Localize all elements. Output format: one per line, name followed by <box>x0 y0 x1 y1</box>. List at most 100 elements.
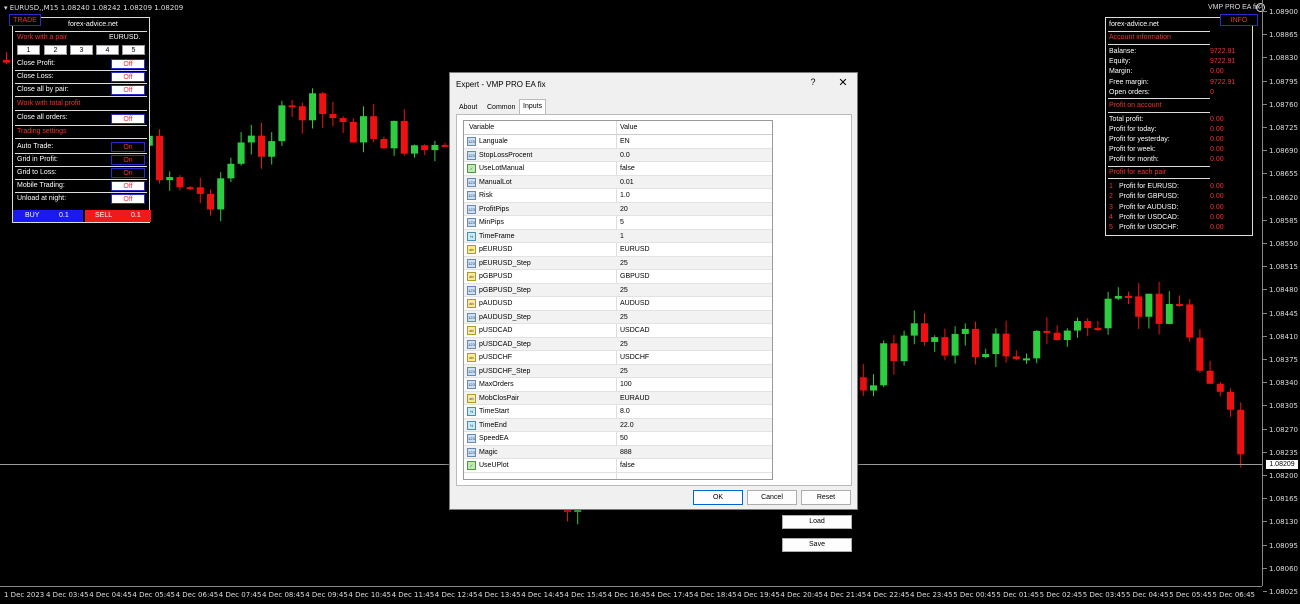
auto-trade-toggle[interactable]: On <box>111 142 145 152</box>
int-type-icon: 123 <box>467 258 476 268</box>
time-label: 1 Dec 2023 <box>4 591 45 599</box>
price-label: 1.08760 <box>1269 100 1298 109</box>
chevron-down-icon[interactable]: ▾ <box>4 4 8 12</box>
input-value[interactable]: 25 <box>620 314 628 321</box>
price-label: 1.08900 <box>1269 8 1298 16</box>
input-row-paudusd_step[interactable]: 123 pAUDUSD_Step 25 <box>464 310 772 324</box>
close-profit-toggle[interactable]: Off <box>111 59 145 69</box>
grid-to-loss-toggle[interactable]: On <box>111 168 145 178</box>
input-row-timeframe[interactable]: ½ TimeFrame 1 <box>464 229 772 243</box>
sell-button[interactable]: SELL 0.1 <box>85 210 151 222</box>
input-value[interactable]: 8.0 <box>620 408 630 415</box>
input-value[interactable]: USDCHF <box>620 354 649 361</box>
input-row-risk[interactable]: 123 Risk 1.0 <box>464 189 772 203</box>
input-row-speedea[interactable]: 123 SpeedEA 50 <box>464 432 772 446</box>
input-value[interactable]: false <box>620 165 635 172</box>
save-button[interactable]: Save <box>782 538 852 552</box>
balance-label: Balanse: <box>1109 48 1137 55</box>
input-row-pusdcad_step[interactable]: 123 pUSDCAD_Step 25 <box>464 337 772 351</box>
pair-button-3[interactable]: 3 <box>70 45 93 55</box>
grid-in-profit-toggle[interactable]: On <box>111 155 145 165</box>
input-value[interactable]: false <box>620 462 635 469</box>
candle-body <box>880 343 888 386</box>
pair-button-4[interactable]: 4 <box>96 45 119 55</box>
price-axis[interactable]: 1.08900 1.08865 1.08830 1.08795 1.08760 1.087… <box>1262 0 1300 596</box>
input-row-minpips[interactable]: 123 MinPips 5 <box>464 216 772 230</box>
load-button[interactable]: Load <box>782 515 852 529</box>
time-label: 4 Dec 07:45 <box>218 591 262 599</box>
input-value[interactable]: EURUSD <box>620 246 650 253</box>
input-value[interactable]: EN <box>620 138 630 145</box>
input-row-peurusd_step[interactable]: 123 pEURUSD_Step 25 <box>464 256 772 270</box>
close-all-orders-toggle[interactable]: Off <box>111 114 145 124</box>
info-tab[interactable]: INFO <box>1220 14 1258 26</box>
input-row-paudusd[interactable]: ab pAUDUSD AUDUSD <box>464 297 772 311</box>
tab-inputs[interactable]: Inputs <box>519 99 547 115</box>
input-row-pgbpusd[interactable]: ab pGBPUSD GBPUSD <box>464 270 772 284</box>
input-row-timeend[interactable]: ½ TimeEnd 22.0 <box>464 418 772 432</box>
input-row-languale[interactable]: 123 Languale EN <box>464 135 772 149</box>
input-row-useuplot[interactable]: ✓ UseUPlot false <box>464 459 772 473</box>
input-value[interactable]: 0.0 <box>620 152 630 159</box>
tab-common[interactable]: Common <box>484 101 518 115</box>
pair-button-5[interactable]: 5 <box>122 45 145 55</box>
input-value[interactable]: USDCAD <box>620 327 650 334</box>
input-row-magic[interactable]: 123 Magic 888 <box>464 445 772 459</box>
trade-tab[interactable]: TRADE <box>9 14 41 26</box>
time-axis[interactable]: 1 Dec 2023 4 Dec 03:45 4 Dec 04:45 4 Dec 05… <box>0 586 1262 604</box>
close-loss-toggle[interactable]: Off <box>111 72 145 82</box>
input-value[interactable]: 5 <box>620 219 624 226</box>
divider <box>1108 44 1210 45</box>
mobile-trading-toggle[interactable]: Off <box>111 181 145 191</box>
input-value[interactable]: EURAUD <box>620 395 650 402</box>
input-value[interactable]: 100 <box>620 381 632 388</box>
input-value[interactable]: GBPUSD <box>620 273 650 280</box>
input-row-pusdchf[interactable]: ab pUSDCHF USDCHF <box>464 351 772 365</box>
input-value[interactable]: 1.0 <box>620 192 630 199</box>
input-name: pEURUSD <box>479 246 513 253</box>
input-row-pusdcad[interactable]: ab pUSDCAD USDCAD <box>464 324 772 338</box>
buy-button[interactable]: BUY 0.1 <box>13 210 83 222</box>
time-label: 4 Dec 21:45 <box>823 591 867 599</box>
candle-body <box>890 343 898 362</box>
input-value[interactable]: 0.01 <box>620 179 634 186</box>
close-all-by-pair-toggle[interactable]: Off <box>111 85 145 95</box>
input-row-mobclospair[interactable]: ab MobClosPair EURAUD <box>464 391 772 405</box>
input-value[interactable]: 25 <box>620 287 628 294</box>
input-name: Magic <box>479 448 498 456</box>
input-row-uselotmanual[interactable]: ✓ UseLotManual false <box>464 162 772 176</box>
input-value[interactable]: 50 <box>620 435 628 442</box>
input-value[interactable]: 22.0 <box>620 422 634 429</box>
input-row-maxorders[interactable]: 123 MaxOrders 100 <box>464 378 772 392</box>
pair-button-1[interactable]: 1 <box>17 45 40 55</box>
input-row-stoplossprocent[interactable]: 123 StopLossProcent 0.0 <box>464 148 772 162</box>
price-label: 1.08655 <box>1269 170 1298 179</box>
input-row-manuallot[interactable]: 123 ManualLot 0.01 <box>464 175 772 189</box>
input-row-pgbpusd_step[interactable]: 123 pGBPUSD_Step 25 <box>464 283 772 297</box>
input-value[interactable]: 25 <box>620 341 628 348</box>
cancel-button[interactable]: Cancel <box>747 490 797 505</box>
column-variable[interactable]: Variable <box>469 124 494 131</box>
help-icon[interactable]: ? <box>806 77 820 87</box>
pair-button-2[interactable]: 2 <box>44 45 67 55</box>
input-row-profitpips[interactable]: 123 ProfitPips 20 <box>464 202 772 216</box>
column-value[interactable]: Value <box>620 124 637 131</box>
unload-at-night-toggle[interactable]: Off <box>111 194 145 204</box>
close-icon[interactable]: ✕ <box>836 76 850 89</box>
candle-body <box>1155 293 1163 324</box>
reset-button[interactable]: Reset <box>801 490 851 505</box>
input-value[interactable]: 25 <box>620 260 628 267</box>
input-value[interactable]: AUDUSD <box>620 300 650 307</box>
tab-about[interactable]: About <box>456 101 480 115</box>
input-value[interactable]: 1 <box>620 233 624 240</box>
input-row-pusdchf_step[interactable]: 123 pUSDCHF_Step 25 <box>464 364 772 378</box>
input-row-timestart[interactable]: ½ TimeStart 8.0 <box>464 405 772 419</box>
input-value[interactable]: 25 <box>620 368 628 375</box>
ok-button[interactable]: OK <box>693 490 743 505</box>
input-row-peurusd[interactable]: ab pEURUSD EURUSD <box>464 243 772 257</box>
inputs-grid[interactable]: Variable Value 123 Languale EN 123 StopLossP… <box>463 120 773 480</box>
input-value[interactable]: 888 <box>620 449 632 456</box>
input-value[interactable]: 20 <box>620 206 628 213</box>
divider <box>15 125 147 126</box>
auto-trade-label: Auto Trade: <box>17 143 54 150</box>
